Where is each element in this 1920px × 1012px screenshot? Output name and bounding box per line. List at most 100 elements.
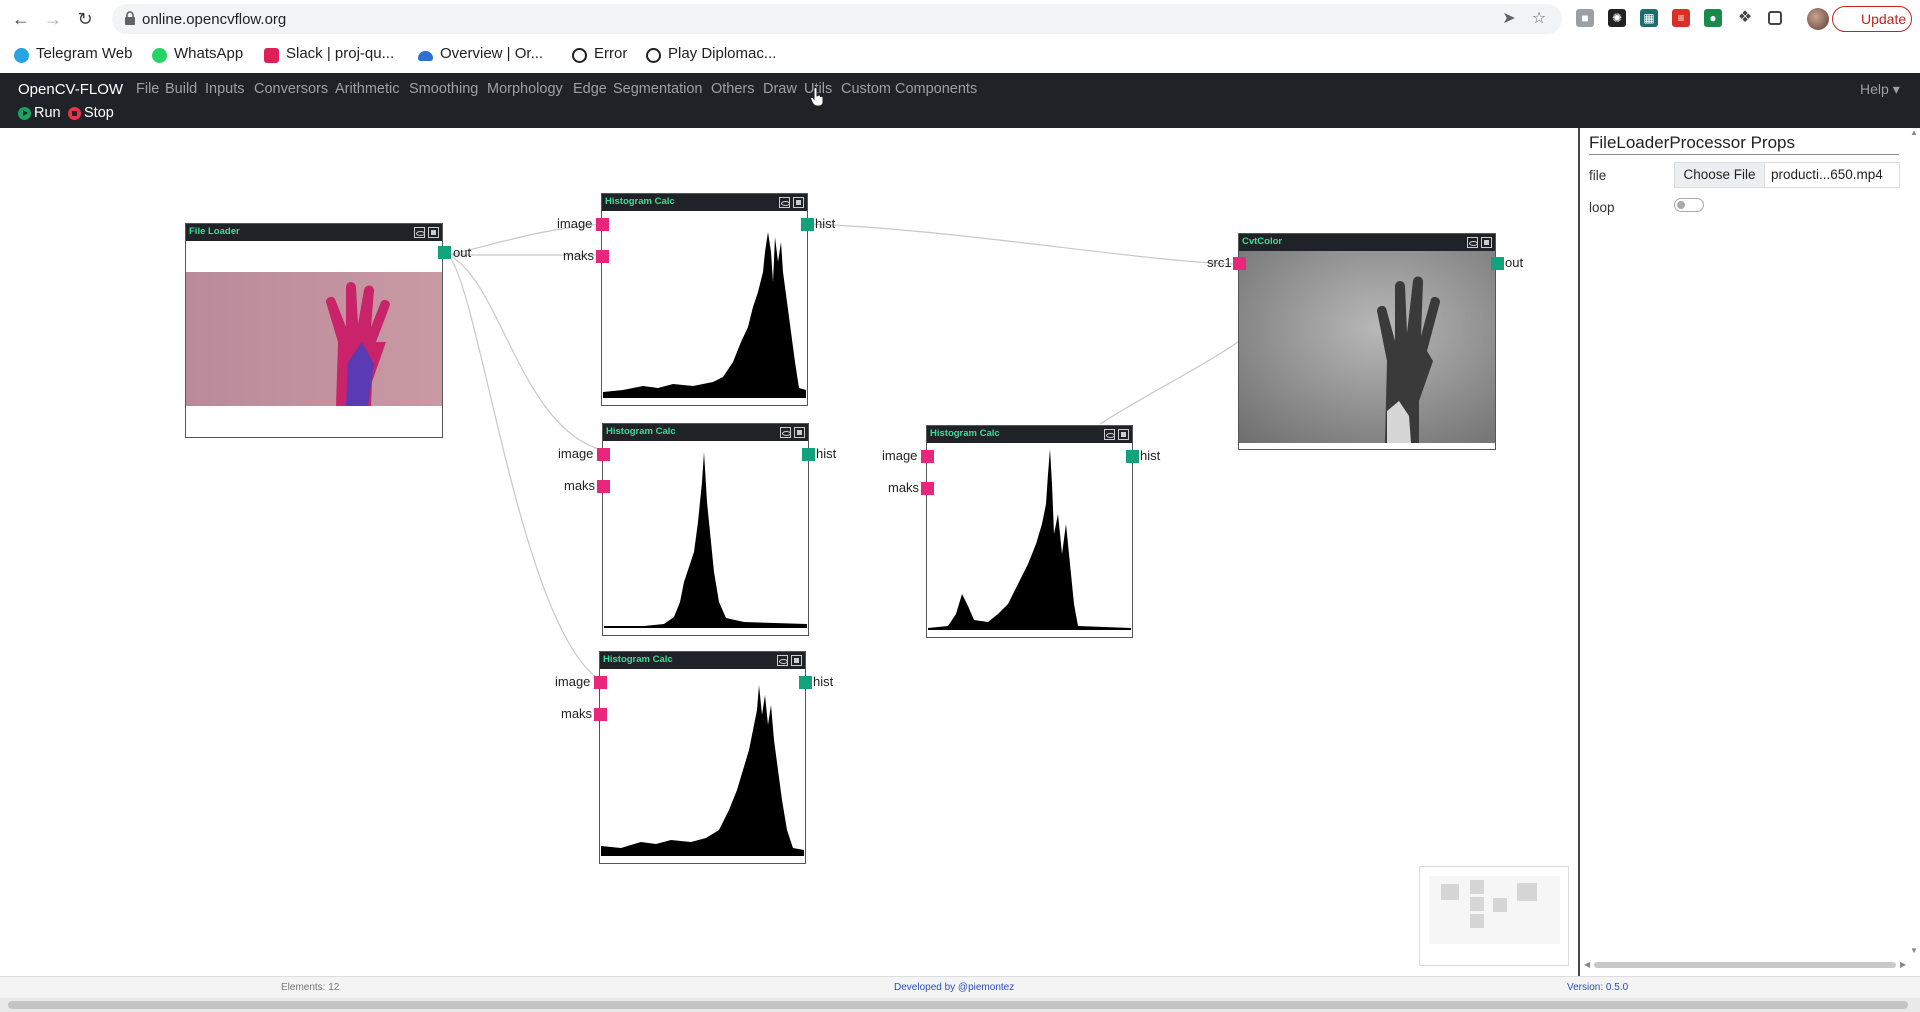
- histogram-plot: [601, 685, 804, 856]
- menu-file[interactable]: File: [136, 81, 159, 97]
- close-icon[interactable]: [1118, 429, 1129, 440]
- minimap-node: [1517, 883, 1537, 901]
- out-port[interactable]: [1491, 257, 1504, 270]
- menu-edge[interactable]: Edge: [573, 81, 607, 97]
- eye-icon[interactable]: [777, 655, 788, 666]
- maks-port-label: maks: [561, 706, 593, 721]
- eye-icon[interactable]: [1467, 237, 1478, 248]
- node-title: Histogram Calc: [603, 654, 673, 665]
- bookmark-telegram[interactable]: Telegram Web: [12, 45, 132, 67]
- close-icon[interactable]: [1481, 237, 1492, 248]
- node-header[interactable]: Histogram Calc: [927, 426, 1132, 443]
- minimap-node: [1441, 884, 1459, 900]
- eye-icon[interactable]: [1104, 429, 1115, 440]
- node-header[interactable]: Histogram Calc: [600, 652, 805, 669]
- minimap-node: [1493, 898, 1507, 912]
- histogram-calc-node[interactable]: Histogram Calc image maks hist: [558, 423, 836, 636]
- menu-help[interactable]: Help ▾: [1860, 81, 1900, 98]
- bookmark-label: Slack | proj-qu...: [286, 45, 395, 62]
- app-header: OpenCV-FLOW File Build Inputs Conversors…: [0, 73, 1920, 128]
- bookmark-label: Telegram Web: [36, 45, 133, 62]
- file-input[interactable]: Choose File producti...650.mp4: [1674, 162, 1900, 188]
- whatsapp-icon: [152, 48, 167, 63]
- menu-build[interactable]: Build: [165, 81, 197, 97]
- eye-icon[interactable]: [414, 227, 425, 238]
- scroll-left-icon[interactable]: ◀: [1584, 960, 1590, 969]
- stop-button[interactable]: Stop: [66, 105, 114, 121]
- loop-toggle[interactable]: [1674, 198, 1704, 212]
- page-horizontal-scrollbar[interactable]: [0, 998, 1920, 1012]
- run-button[interactable]: Run: [16, 105, 61, 121]
- minimap[interactable]: [1419, 866, 1569, 966]
- bookmark-overview[interactable]: Overview | Or...: [416, 45, 543, 67]
- version-link[interactable]: Version: 0.5.0: [1567, 982, 1628, 993]
- node-header[interactable]: Histogram Calc: [603, 424, 808, 441]
- send-icon[interactable]: ➤: [1500, 10, 1518, 28]
- out-port[interactable]: [438, 246, 451, 259]
- menu-others[interactable]: Others: [711, 81, 755, 97]
- minimap-node: [1470, 897, 1484, 911]
- node-header[interactable]: CvtColor: [1239, 234, 1495, 251]
- bookmark-error[interactable]: Error: [570, 45, 627, 67]
- address-bar[interactable]: online.opencvflow.org ➤ ☆: [112, 4, 1562, 34]
- src1-port[interactable]: [1233, 257, 1246, 270]
- node-header[interactable]: File Loader: [186, 224, 442, 241]
- menu-smoothing[interactable]: Smoothing: [409, 81, 478, 97]
- cvtcolor-node[interactable]: CvtColor src1 out: [1207, 233, 1523, 450]
- close-icon[interactable]: [791, 655, 802, 666]
- bookmark-diplomacy[interactable]: Play Diplomac...: [644, 45, 776, 67]
- bookmark-slack[interactable]: Slack | proj-qu...: [262, 45, 394, 67]
- developed-by-link[interactable]: Developed by @piemontez: [894, 982, 1014, 993]
- menu-inputs[interactable]: Inputs: [205, 81, 245, 97]
- scrollbar-thumb[interactable]: [8, 1001, 1908, 1009]
- red-extension-icon[interactable]: ≡: [1672, 9, 1690, 27]
- hist-port-label: hist: [816, 446, 837, 461]
- scroll-up-icon[interactable]: ▲: [1910, 128, 1918, 137]
- node-header[interactable]: Histogram Calc: [602, 194, 807, 211]
- react-extension-icon[interactable]: ✺: [1608, 9, 1626, 27]
- menu-segmentation[interactable]: Segmentation: [613, 81, 702, 97]
- menu-arithmetic[interactable]: Arithmetic: [335, 81, 399, 97]
- eye-icon[interactable]: [780, 427, 791, 438]
- elements-count: Elements: 12: [281, 982, 340, 993]
- menu-custom-components[interactable]: Custom Components: [841, 81, 977, 97]
- close-icon[interactable]: [428, 227, 439, 238]
- puzzle-extensions-icon[interactable]: ❖: [1736, 9, 1754, 27]
- histogram-calc-node[interactable]: Histogram Calc image maks hist: [557, 193, 835, 406]
- file-name: producti...650.mp4: [1771, 167, 1883, 182]
- histogram-calc-node[interactable]: Histogram Calc image maks hist: [555, 651, 833, 864]
- histogram-calc-node[interactable]: Histogram Calc image maks hist: [882, 425, 1160, 638]
- scroll-down-icon[interactable]: ▼: [1910, 946, 1918, 955]
- file-loader-node[interactable]: File Loader out: [185, 223, 471, 438]
- file-label: file: [1589, 168, 1607, 183]
- node-title: Histogram Calc: [606, 426, 676, 437]
- props-horizontal-scrollbar[interactable]: ◀ ▶: [1584, 960, 1909, 970]
- eye-icon[interactable]: [779, 197, 790, 208]
- choose-file-button[interactable]: Choose File: [1675, 163, 1765, 187]
- close-icon[interactable]: [794, 427, 805, 438]
- bookmark-whatsapp[interactable]: WhatsApp: [150, 45, 243, 67]
- app-brand[interactable]: OpenCV-FLOW: [18, 81, 123, 98]
- update-button[interactable]: Update: [1807, 6, 1912, 32]
- back-arrow-icon[interactable]: ←: [10, 8, 32, 30]
- scrollbar-thumb[interactable]: [1594, 962, 1896, 968]
- forward-arrow-icon[interactable]: →: [42, 8, 64, 30]
- menu-draw[interactable]: Draw: [763, 81, 797, 97]
- extension-icon[interactable]: ■: [1576, 9, 1594, 27]
- browser-toolbar: ← → ↻ online.opencvflow.org ➤ ☆ ■ ✺ ▦ ≡ …: [0, 0, 1920, 38]
- reload-icon[interactable]: ↻: [74, 8, 96, 30]
- props-vertical-scrollbar[interactable]: ▲ ▼: [1908, 128, 1920, 958]
- menu-conversors[interactable]: Conversors: [254, 81, 328, 97]
- image-port-label: image: [882, 448, 918, 463]
- close-icon[interactable]: [793, 197, 804, 208]
- avatar[interactable]: [1807, 8, 1829, 30]
- side-panel-icon[interactable]: [1768, 11, 1782, 25]
- grid-extension-icon[interactable]: ▦: [1640, 9, 1658, 27]
- update-label: Update: [1861, 11, 1907, 27]
- menu-morphology[interactable]: Morphology: [487, 81, 563, 97]
- image-port-label: image: [558, 446, 594, 461]
- flow-canvas[interactable]: File Loader out Histogram Calc image mak…: [0, 128, 1578, 976]
- green-extension-icon[interactable]: ●: [1704, 9, 1722, 27]
- bookmark-star-icon[interactable]: ☆: [1530, 10, 1548, 28]
- scroll-right-icon[interactable]: ▶: [1900, 960, 1906, 969]
